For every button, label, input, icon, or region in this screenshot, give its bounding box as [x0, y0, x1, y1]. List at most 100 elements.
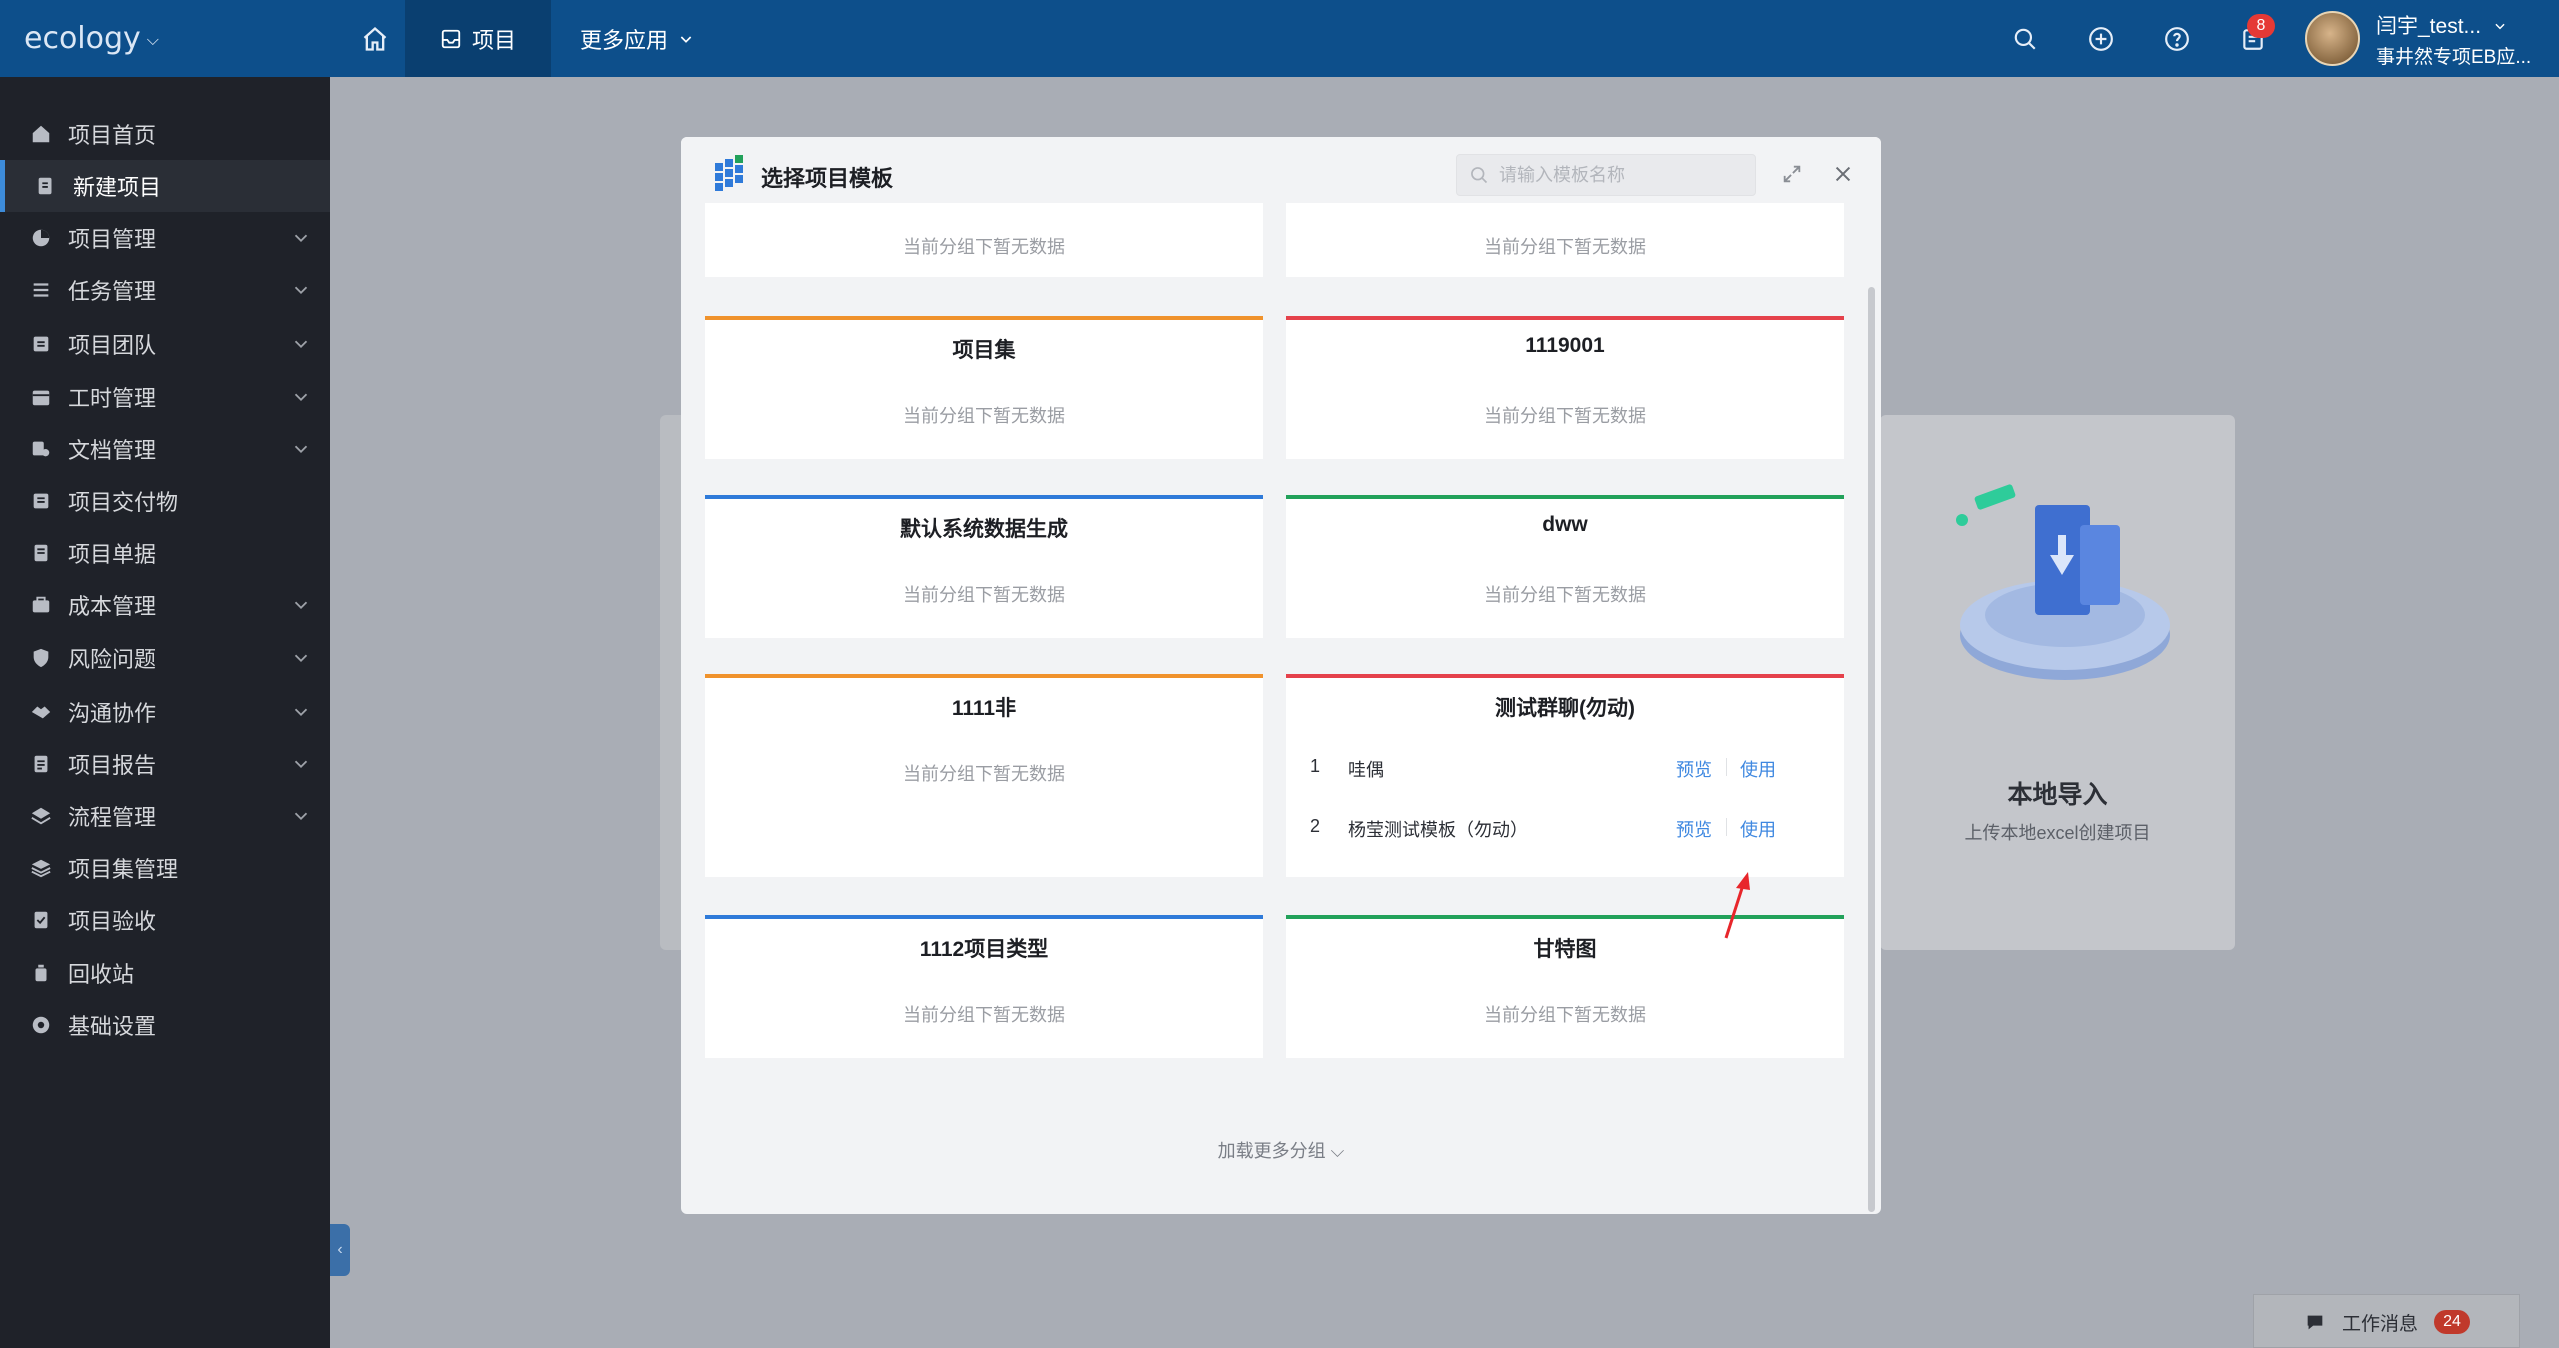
sidebar-item-label: 项目交付物 — [68, 490, 179, 516]
shield-icon — [33, 648, 49, 667]
local-import-card: 本地导入 上传本地excel创建项目 — [1880, 415, 2235, 950]
load-more-groups-button[interactable]: 加载更多分组 ⌵ — [681, 1137, 1881, 1163]
nav-project-label: 项目 — [471, 27, 516, 53]
briefcase-icon — [32, 597, 50, 613]
group-title: dww — [1542, 513, 1588, 536]
dialog-header: 选择项目模板 — [681, 137, 1881, 213]
group-title: 项目集 — [952, 339, 1016, 362]
sidebar-item[interactable]: 项目验收 — [0, 894, 330, 946]
preview-link[interactable]: 预览 — [1676, 816, 1712, 842]
sidebar-item-label: 项目集管理 — [68, 857, 179, 883]
sidebar-item[interactable]: 文档管理 — [0, 423, 330, 475]
preview-link[interactable]: 预览 — [1676, 756, 1712, 782]
sidebar-item[interactable]: 项目团队 — [0, 318, 330, 370]
calendar-icon — [32, 390, 50, 405]
sidebar-item[interactable]: 项目管理 — [0, 212, 330, 264]
expand-icon[interactable] — [1781, 163, 1803, 185]
group-color-bar — [705, 316, 1263, 320]
sidebar-item[interactable]: 工时管理 — [0, 371, 330, 423]
sidebar-item[interactable]: 基础设置 — [0, 999, 330, 1051]
sidebar-item-label: 任务管理 — [68, 279, 157, 305]
brand-switcher[interactable]: ecology ⌵ — [24, 0, 159, 77]
group-color-bar — [705, 495, 1263, 499]
sidebar-item[interactable]: 项目集管理 — [0, 842, 330, 894]
group-color-bar — [705, 915, 1263, 919]
sidebar-item-label: 项目管理 — [68, 227, 157, 253]
template-group-list[interactable]: 当前分组下暂无数据 当前分组下暂无数据 项目集 当前分组下暂无数据 1119001 当前分… — [681, 203, 1881, 1214]
nav-project-tab[interactable]: 项目 — [405, 0, 551, 77]
sidebar-item-label: 新建项目 — [73, 175, 162, 201]
template-index: 1 — [1310, 756, 1321, 776]
template-group-card: 1112项目类型 当前分组下暂无数据 — [705, 915, 1263, 1058]
search-icon[interactable] — [2012, 26, 2038, 52]
sidebar-item[interactable]: 项目首页 — [0, 108, 330, 160]
inbox-icon — [441, 29, 461, 48]
sidebar-item-label: 项目验收 — [68, 909, 157, 935]
sidebar-item-label: 项目报告 — [68, 752, 157, 778]
template-group-card: 甘特图 当前分组下暂无数据 — [1286, 915, 1844, 1058]
sidebar-collapse-handle[interactable]: ‹ — [330, 1224, 350, 1276]
chevron-down-icon — [294, 234, 308, 243]
annotation-arrow — [1724, 872, 1750, 939]
check-doc-icon — [34, 912, 48, 929]
chevron-down-icon — [294, 340, 308, 349]
sidebar-item[interactable]: 沟通协作 — [0, 686, 330, 738]
close-icon[interactable] — [1832, 163, 1854, 185]
nav-more-apps[interactable]: 更多应用 — [580, 0, 694, 77]
nav-more-label: 更多应用 — [580, 27, 669, 53]
chevron-down-icon — [294, 602, 308, 610]
template-group-card: 项目集 当前分组下暂无数据 — [705, 316, 1263, 459]
template-group-card: 测试群聊(勿动) 1 哇偶 预览 使用 2 杨莹测试模板（勿动） 预览 使用 — [1286, 674, 1844, 877]
sidebar-item[interactable]: 项目交付物 — [0, 475, 330, 527]
group-color-bar — [1286, 316, 1844, 320]
sidebar-item[interactable]: 项目单据 — [0, 527, 330, 579]
template-search-input[interactable] — [1499, 155, 1749, 195]
home-icon — [363, 26, 387, 51]
sidebar-item[interactable]: 风险问题 — [0, 632, 330, 684]
local-import-title: 本地导入 — [2007, 781, 2108, 809]
local-import-subtitle: 上传本地excel创建项目 — [1964, 823, 2151, 843]
notification-badge: 8 — [2247, 14, 2275, 38]
avatar[interactable] — [2305, 11, 2360, 66]
sidebar-item[interactable]: 成本管理 — [0, 579, 330, 631]
group-color-bar — [1286, 674, 1844, 678]
sidebar-item-label: 项目首页 — [68, 122, 157, 148]
group-color-bar — [1286, 495, 1844, 499]
sidebar-item[interactable]: 任务管理 — [0, 264, 330, 316]
group-color-bar — [1286, 915, 1844, 919]
sidebar-item[interactable]: 项目报告 — [0, 738, 330, 790]
home-icon — [32, 125, 50, 143]
sidebar-item[interactable]: 新建项目 — [0, 160, 330, 213]
list-icon — [33, 283, 49, 298]
add-circle-icon[interactable] — [2088, 26, 2114, 52]
work-messages-button[interactable]: 工作消息 24 — [2253, 1294, 2520, 1348]
chevron-down-icon — [294, 654, 308, 662]
sidebar-item-label: 沟通协作 — [68, 700, 157, 726]
use-link[interactable]: 使用 — [1740, 816, 1776, 842]
use-link[interactable]: 使用 — [1740, 756, 1776, 782]
template-row: 1 哇偶 预览 使用 — [1286, 752, 1844, 782]
chevron-down-icon: ⌵ — [1325, 1141, 1345, 1161]
help-icon[interactable] — [2164, 26, 2190, 52]
group-color-bar — [705, 674, 1263, 678]
chevron-down-icon — [680, 35, 692, 43]
user-menu[interactable]: 闫宇_test... — [2376, 10, 2507, 40]
template-group-card: 1119001 当前分组下暂无数据 — [1286, 316, 1844, 459]
home-button[interactable] — [345, 0, 405, 77]
dialog-scrollbar[interactable] — [1868, 287, 1875, 1212]
sidebar-item-label: 文档管理 — [68, 437, 157, 463]
group-title: 测试群聊(勿动) — [1495, 697, 1635, 720]
sidebar: 项目首页新建项目项目管理任务管理项目团队 工时管理文档管理项目交付物项目单据 成本管… — [0, 77, 330, 1348]
import-illustration — [1956, 484, 2170, 680]
chevron-down-icon — [294, 393, 308, 401]
sidebar-item-label: 流程管理 — [68, 805, 157, 830]
empty-state-text: 当前分组下暂无数据 — [903, 237, 1065, 257]
sidebar-item[interactable]: 回收站 — [0, 947, 330, 999]
template-search[interactable] — [1456, 154, 1756, 196]
sidebar-item[interactable]: 流程管理 — [0, 790, 330, 842]
chevron-down-icon — [294, 760, 308, 768]
empty-state-text: 当前分组下暂无数据 — [903, 764, 1065, 784]
sidebar-item-label: 回收站 — [68, 961, 135, 987]
trash-icon — [35, 964, 47, 981]
dialog-title: 选择项目模板 — [761, 166, 894, 191]
